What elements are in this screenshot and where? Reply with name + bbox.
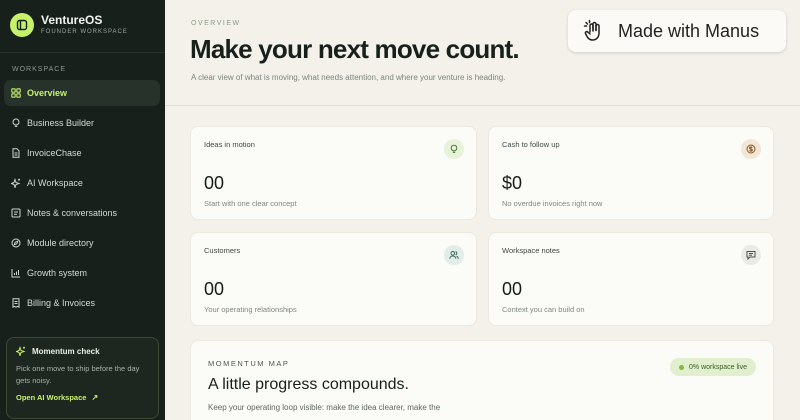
momentum-check-title: Momentum check — [32, 346, 100, 356]
card-description: Start with one clear concept — [204, 199, 297, 208]
grid-icon — [11, 88, 21, 98]
chart-icon — [11, 269, 20, 278]
page-subtitle: A clear view of what is moving, what nee… — [191, 73, 506, 82]
momentum-map-text: Keep your operating loop visible: make t… — [208, 403, 441, 412]
momentum-check-text: Pick one move to ship before the day get… — [16, 364, 140, 385]
sidebar-item-label: Overview — [27, 88, 68, 98]
card-title: Workspace notes — [502, 246, 560, 255]
stat-card-cash[interactable]: Cash to follow up $0 No overdue invoices… — [488, 126, 774, 220]
open-ai-workspace-label: Open AI Workspace — [16, 393, 87, 402]
brand-name: VentureOS — [41, 13, 103, 27]
users-icon — [444, 245, 464, 265]
badge-label: Made with Manus — [618, 20, 760, 41]
card-description: Your operating relationships — [204, 305, 297, 314]
compass-icon — [11, 238, 21, 248]
brand[interactable]: VentureOS FOUNDER WORKSPACE — [10, 13, 128, 37]
stat-card-notes[interactable]: Workspace notes 00 Context you can build… — [488, 232, 774, 326]
card-value: 00 — [204, 173, 225, 193]
sparkles-icon — [16, 346, 26, 356]
sidebar-section-label: WORKSPACE — [12, 66, 66, 73]
made-with-manus-badge[interactable]: Made with Manus — [568, 10, 786, 52]
sidebar-item-growth-system[interactable]: Growth system — [4, 260, 160, 286]
card-title: Cash to follow up — [502, 140, 560, 149]
open-ai-workspace-link[interactable]: Open AI Workspace ↗ — [16, 393, 149, 402]
card-description: No overdue invoices right now — [502, 199, 603, 208]
sidebar-item-module-directory[interactable]: Module directory — [4, 230, 160, 256]
lightbulb-icon — [12, 118, 20, 127]
page-title: Make your next move count. — [190, 34, 520, 64]
sidebar-item-invoicechase[interactable]: InvoiceChase — [4, 140, 160, 166]
sidebar-item-ai-workspace[interactable]: AI Workspace — [4, 170, 160, 196]
sidebar-item-label: Module directory — [27, 238, 94, 248]
sidebar-item-label: Notes & conversations — [27, 208, 118, 218]
card-title: Customers — [204, 246, 241, 255]
momentum-map-card: MOMENTUM MAP A little progress compounds… — [190, 340, 774, 420]
sidebar-item-overview[interactable]: Overview — [4, 80, 160, 106]
arrow-up-right-icon: ↗ — [91, 393, 99, 402]
page-eyebrow: OVERVIEW — [191, 20, 241, 27]
card-value: 00 — [204, 279, 225, 299]
status-dot-icon — [679, 364, 685, 370]
sidebar-item-label: Business Builder — [27, 118, 95, 128]
stat-card-customers[interactable]: Customers 00 Your operating relationship… — [190, 232, 477, 326]
brand-subtitle: FOUNDER WORKSPACE — [41, 29, 128, 35]
sidebar: VentureOS FOUNDER WORKSPACE WORKSPACE Ov… — [0, 0, 165, 420]
card-value: $0 — [502, 173, 523, 193]
dollar-icon — [741, 139, 761, 159]
sidebar-item-business-builder[interactable]: Business Builder — [4, 110, 160, 136]
sidebar-item-label: Billing & Invoices — [27, 298, 96, 308]
receipt-icon — [12, 298, 20, 308]
card-description: Context you can build on — [502, 305, 585, 314]
workspace-live-badge: 0% workspace live — [670, 358, 756, 376]
card-value: 00 — [502, 279, 523, 299]
sparkles-icon — [11, 178, 21, 188]
page-header: OVERVIEW Make your next move count. A cl… — [165, 0, 800, 106]
sidebar-item-notes[interactable]: Notes & conversations — [4, 200, 160, 226]
message-icon — [741, 245, 761, 265]
card-title: Ideas in motion — [204, 140, 255, 149]
momentum-map-eyebrow: MOMENTUM MAP — [208, 359, 290, 368]
hand-icon — [583, 19, 600, 41]
workspace-live-label: 0% workspace live — [689, 363, 747, 371]
momentum-check-card: Momentum check Pick one move to ship bef… — [6, 337, 159, 419]
sidebar-divider — [0, 52, 165, 53]
momentum-map-title: A little progress compounds. — [208, 376, 409, 393]
sidebar-item-billing[interactable]: Billing & Invoices — [4, 290, 160, 316]
file-icon — [12, 148, 20, 158]
sidebar-item-label: AI Workspace — [27, 178, 83, 188]
stat-card-ideas[interactable]: Ideas in motion 00 Start with one clear … — [190, 126, 477, 220]
sidebar-nav: Overview Business Builder InvoiceChase A… — [4, 80, 160, 320]
brand-logo-icon — [10, 13, 34, 37]
main-content: OVERVIEW Make your next move count. A cl… — [165, 0, 800, 420]
lightbulb-icon — [444, 139, 464, 159]
notes-icon — [11, 208, 21, 218]
sidebar-item-label: InvoiceChase — [27, 148, 82, 158]
sidebar-item-label: Growth system — [27, 268, 88, 278]
